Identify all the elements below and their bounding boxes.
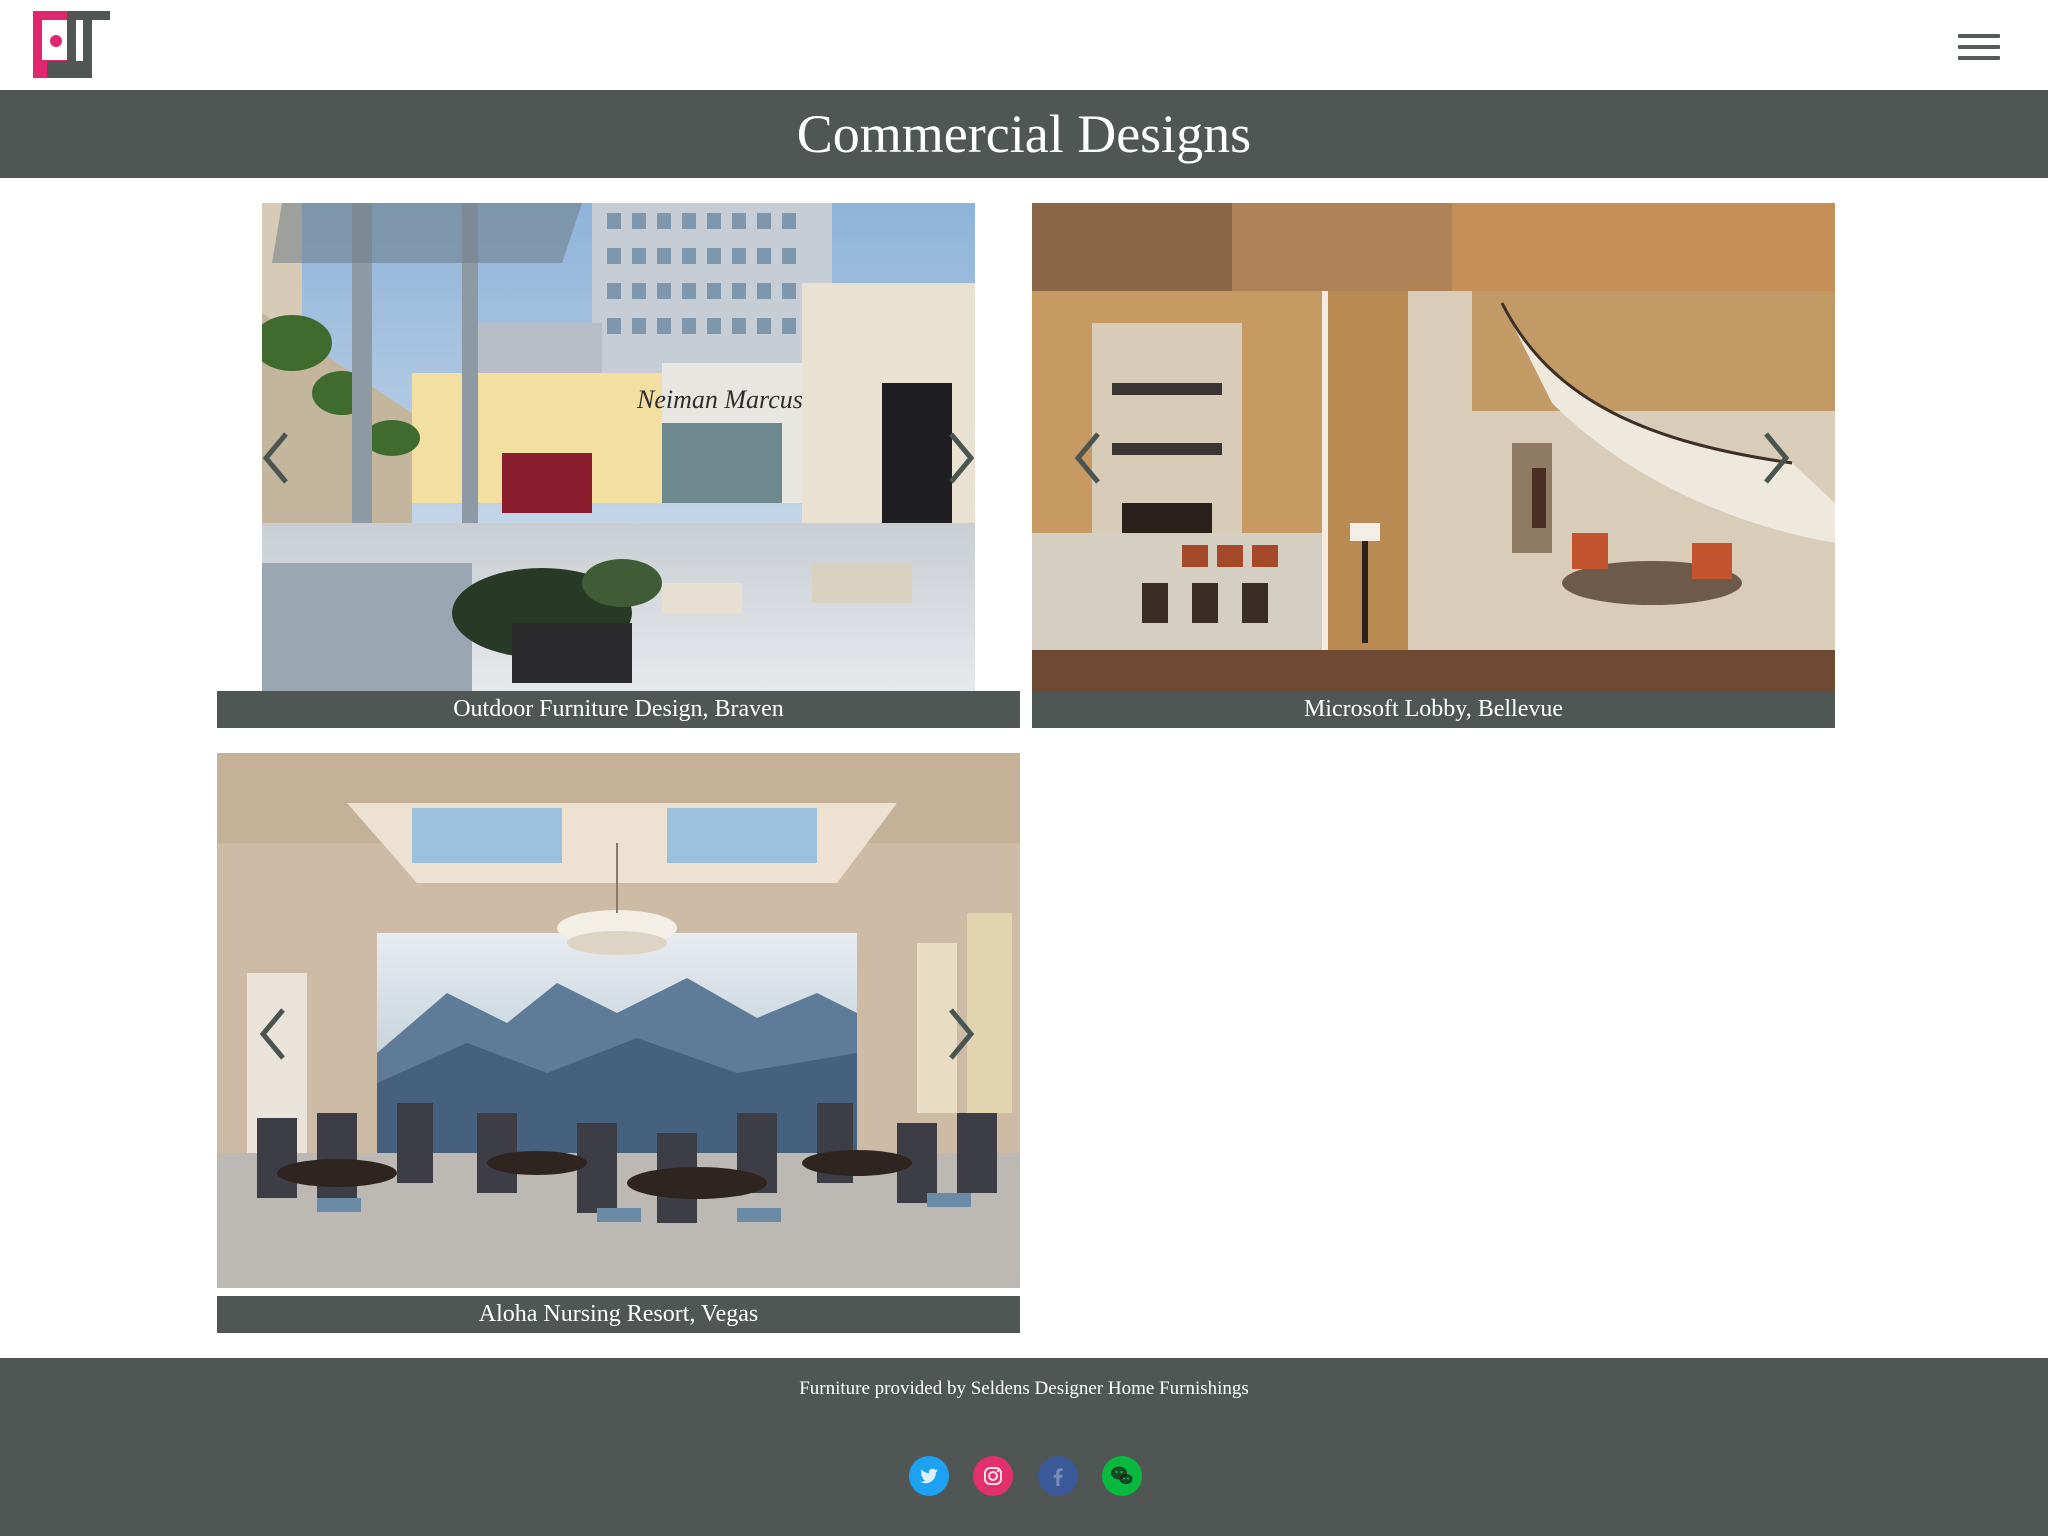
project-card-braven: Neiman Marcus Outdoor Furniture Design, … — [217, 203, 1020, 728]
page-title: Commercial Designs — [796, 104, 1252, 164]
carousel-prev-button[interactable] — [1070, 430, 1106, 486]
project-image-braven[interactable]: Neiman Marcus — [262, 203, 975, 691]
chevron-left-icon — [262, 432, 288, 484]
facebook-icon[interactable] — [1038, 1456, 1078, 1496]
chevron-right-icon — [949, 1008, 975, 1060]
menu-line — [1958, 34, 2000, 38]
instagram-icon[interactable] — [973, 1456, 1013, 1496]
project-card-aloha: Aloha Nursing Resort, Vegas — [217, 753, 1020, 1333]
footer-credit: Furniture provided by Seldens Designer H… — [799, 1378, 1249, 1399]
title-banner: Commercial Designs — [0, 90, 2048, 178]
hamburger-menu-icon[interactable] — [1958, 30, 2004, 64]
project-image-aloha[interactable] — [217, 753, 1020, 1288]
project-caption: Aloha Nursing Resort, Vegas — [217, 1296, 1020, 1333]
carousel-next-button[interactable] — [943, 1006, 979, 1062]
carousel-next-button[interactable] — [1758, 430, 1794, 486]
twitter-icon[interactable] — [909, 1456, 949, 1496]
menu-line — [1958, 56, 2000, 60]
menu-line — [1958, 45, 2000, 49]
project-caption: Microsoft Lobby, Bellevue — [1032, 691, 1835, 728]
project-image-microsoft[interactable] — [1032, 203, 1835, 691]
site-logo[interactable] — [33, 11, 110, 78]
wechat-icon[interactable] — [1102, 1456, 1142, 1496]
chevron-left-icon — [1074, 432, 1100, 484]
chevron-right-icon — [1764, 432, 1790, 484]
carousel-prev-button[interactable] — [255, 1006, 291, 1062]
svg-text:Neiman Marcus: Neiman Marcus — [636, 385, 803, 414]
footer: Furniture provided by Seldens Designer H… — [0, 1358, 2048, 1536]
chevron-left-icon — [259, 1008, 285, 1060]
project-card-microsoft: Microsoft Lobby, Bellevue — [1032, 203, 1835, 728]
top-navigation-bar — [0, 0, 2048, 90]
carousel-next-button[interactable] — [943, 430, 979, 486]
carousel-prev-button[interactable] — [258, 430, 294, 486]
project-caption: Outdoor Furniture Design, Braven — [217, 691, 1020, 728]
chevron-right-icon — [949, 432, 975, 484]
